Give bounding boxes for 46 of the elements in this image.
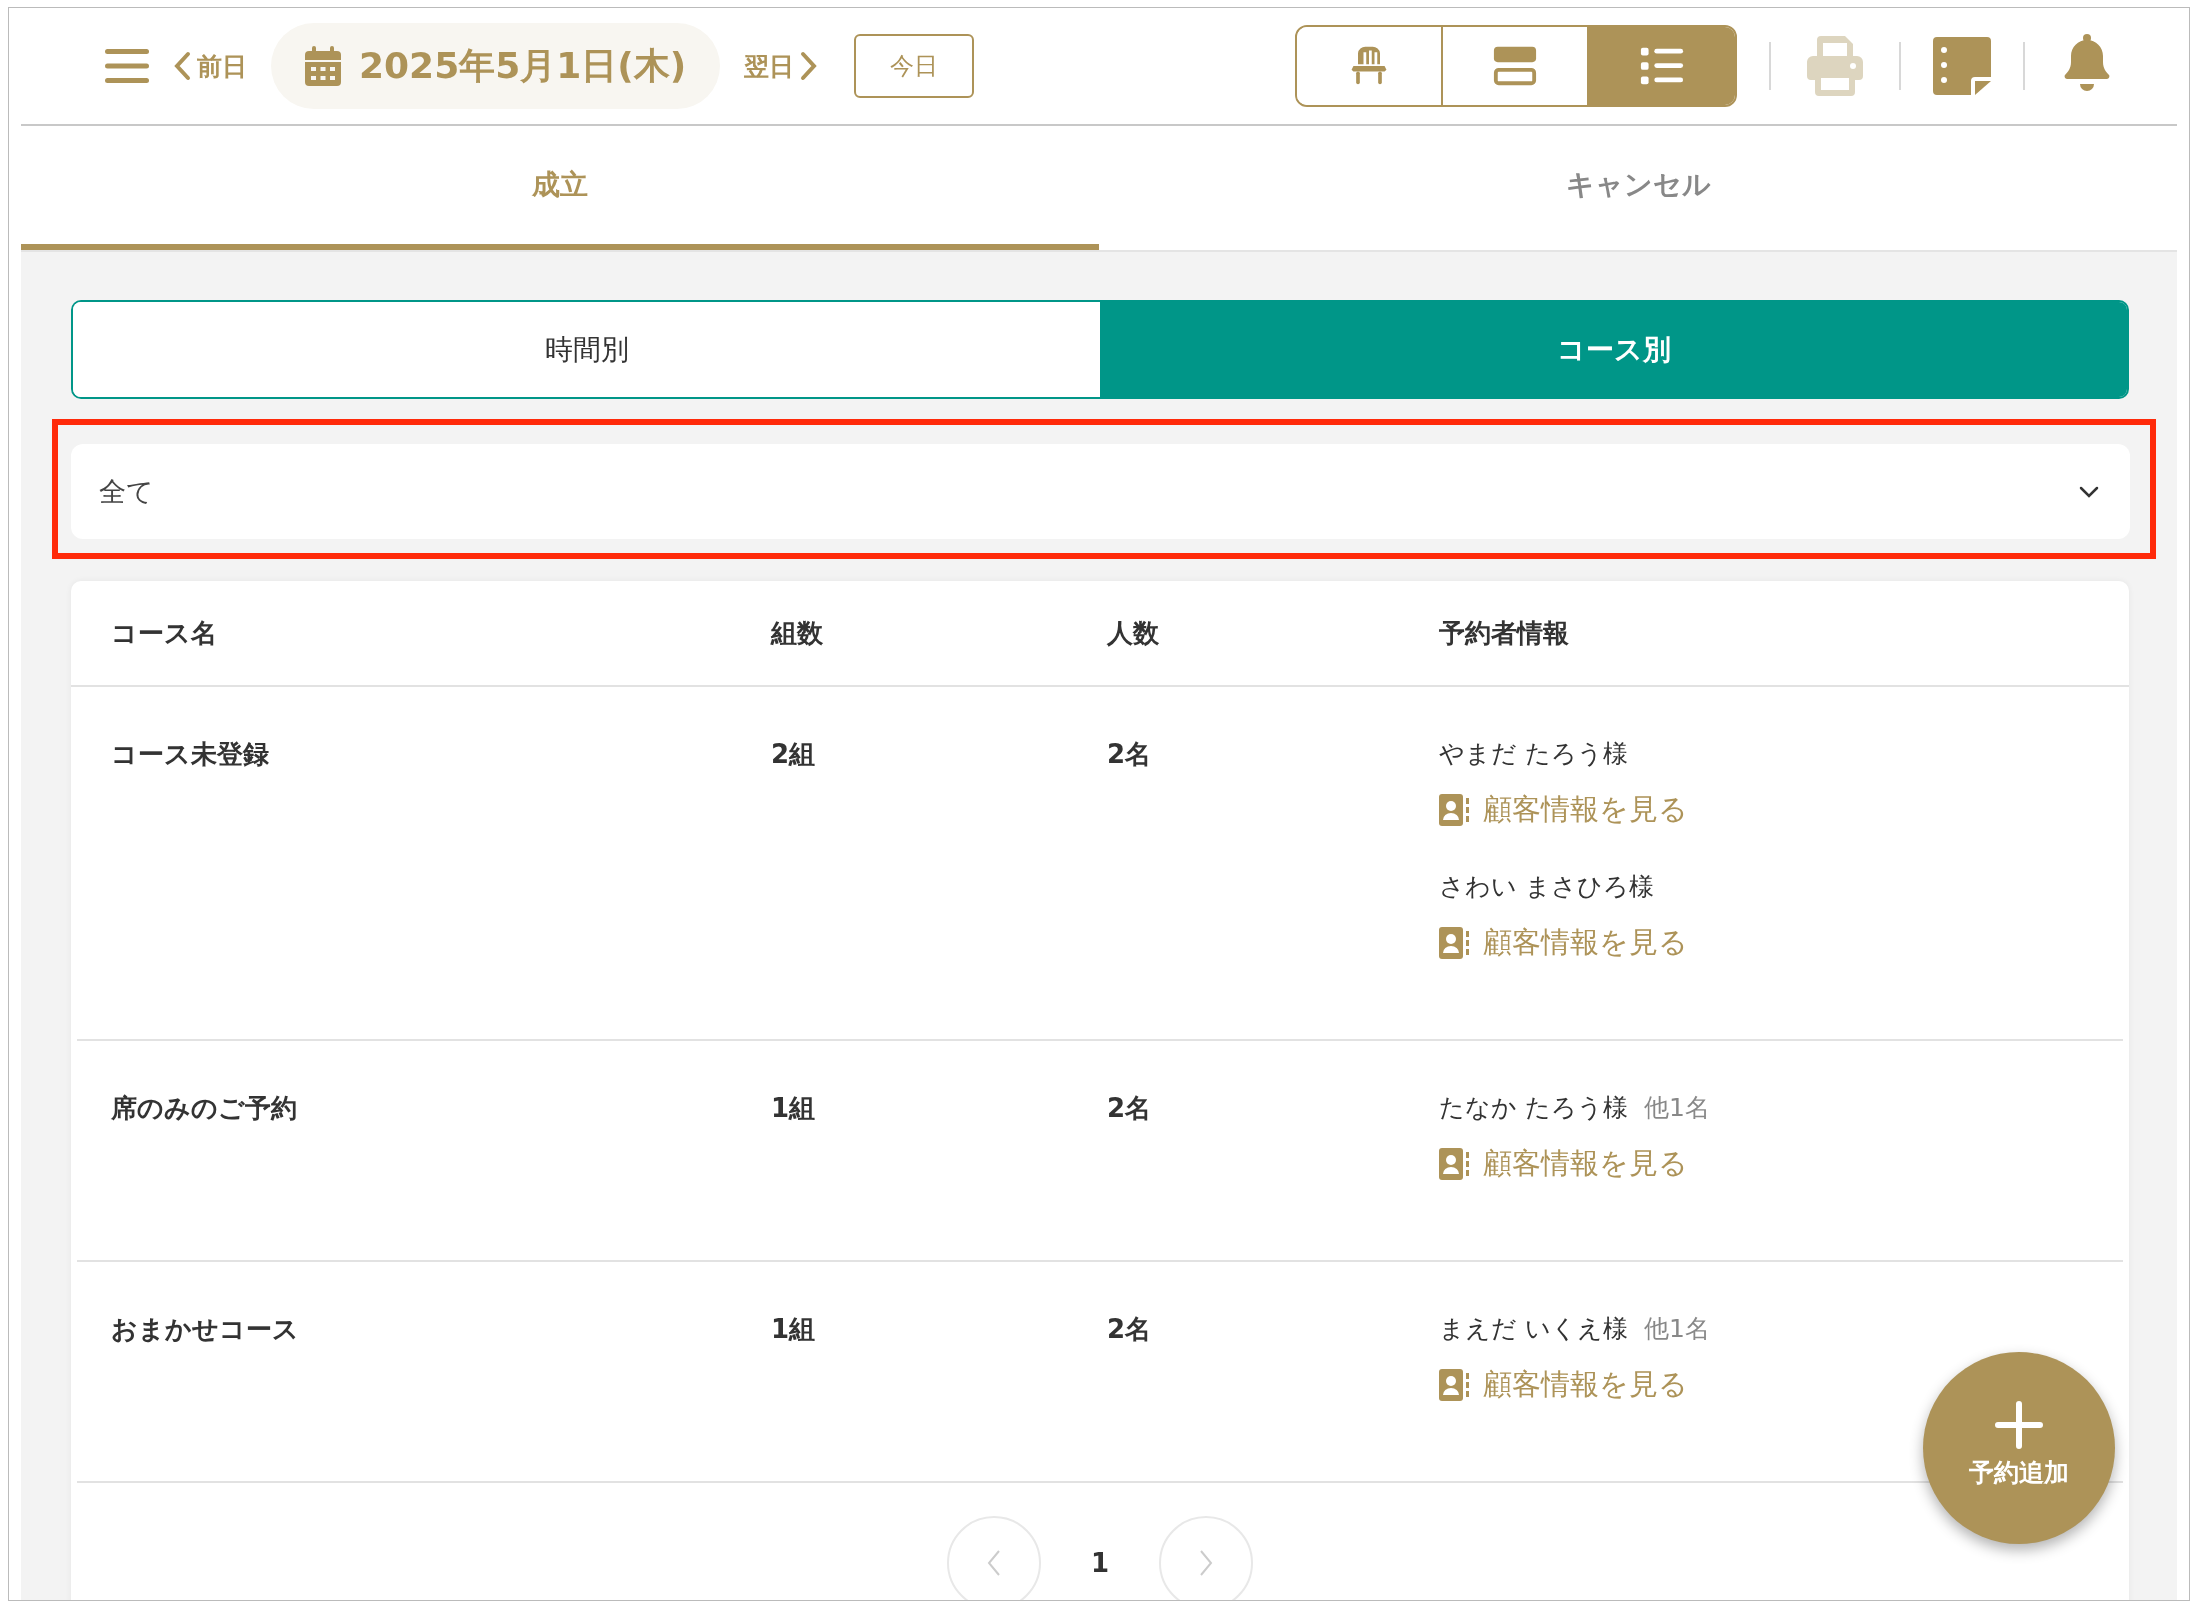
- column-header: コース名: [111, 616, 218, 650]
- course-name-cell-text: おまかせコース: [111, 1313, 300, 1346]
- contact-card-icon: [1439, 927, 1469, 959]
- memo-icon[interactable]: [1933, 37, 1991, 95]
- chevron-right-icon: [800, 51, 819, 81]
- date-picker[interactable]: 2025年5月1日(木): [271, 23, 721, 109]
- grouping-toggle[interactable]: コース別: [1100, 302, 2127, 397]
- group-count-cell-text: 1組: [771, 1092, 817, 1125]
- people-count-cell-text: 2名: [1107, 1092, 1153, 1125]
- customer-info-link[interactable]: 顧客情報を見る: [1439, 790, 2123, 830]
- plus-icon: [1994, 1399, 2044, 1450]
- course-name-cell-text: 席のみのご予約: [111, 1092, 298, 1125]
- view-mode-button[interactable]: [1589, 27, 1735, 105]
- extra-guests: 他1名: [1643, 1092, 1710, 1124]
- customer-name: まえだ いくえ様: [1439, 1313, 1628, 1345]
- people-count-cell-text: 2名: [1107, 738, 1153, 771]
- chevron-left-icon: [985, 1548, 1002, 1578]
- next-day-button[interactable]: 翌日: [744, 49, 819, 83]
- column-header: 予約者情報: [1439, 616, 1570, 650]
- course-dropdown[interactable]: 全て: [71, 444, 2130, 539]
- page-number[interactable]: 1: [1090, 1548, 1110, 1578]
- menu-icon[interactable]: [105, 48, 149, 84]
- today-button[interactable]: 今日: [854, 34, 975, 98]
- group-count-cell-text: 2組: [771, 738, 817, 771]
- calendar-icon: [305, 46, 341, 86]
- contact-card-icon: [1439, 1369, 1469, 1401]
- column-header: 人数: [1107, 616, 1160, 650]
- chevron-left-icon: [173, 51, 191, 81]
- grouping-toggle[interactable]: 時間別: [73, 302, 1100, 397]
- customer-name: さわい まさひろ様: [1439, 871, 1654, 903]
- view-mode-button[interactable]: [1297, 27, 1443, 105]
- course-name-cell-text: コース未登録: [111, 738, 270, 771]
- people-count-cell-text: 2名: [1107, 1313, 1153, 1346]
- column-header: 組数: [771, 616, 824, 650]
- rows-icon: [1492, 44, 1538, 88]
- extra-guests: 他1名: [1643, 1313, 1710, 1345]
- customer-info-link[interactable]: 顧客情報を見る: [1439, 923, 2123, 963]
- group-count-cell-text: 1組: [771, 1313, 817, 1346]
- contact-card-icon: [1439, 794, 1469, 826]
- previous-day-button[interactable]: 前日: [173, 49, 247, 83]
- customer-name: たなか たろう様: [1439, 1092, 1628, 1124]
- chevron-down-icon: [2078, 484, 2100, 499]
- chevron-right-icon: [1198, 1548, 1215, 1578]
- customer-info-link[interactable]: 顧客情報を見る: [1439, 1144, 2123, 1184]
- customer-name: やまだ たろう様: [1439, 738, 1628, 770]
- contact-card-icon: [1439, 1148, 1469, 1180]
